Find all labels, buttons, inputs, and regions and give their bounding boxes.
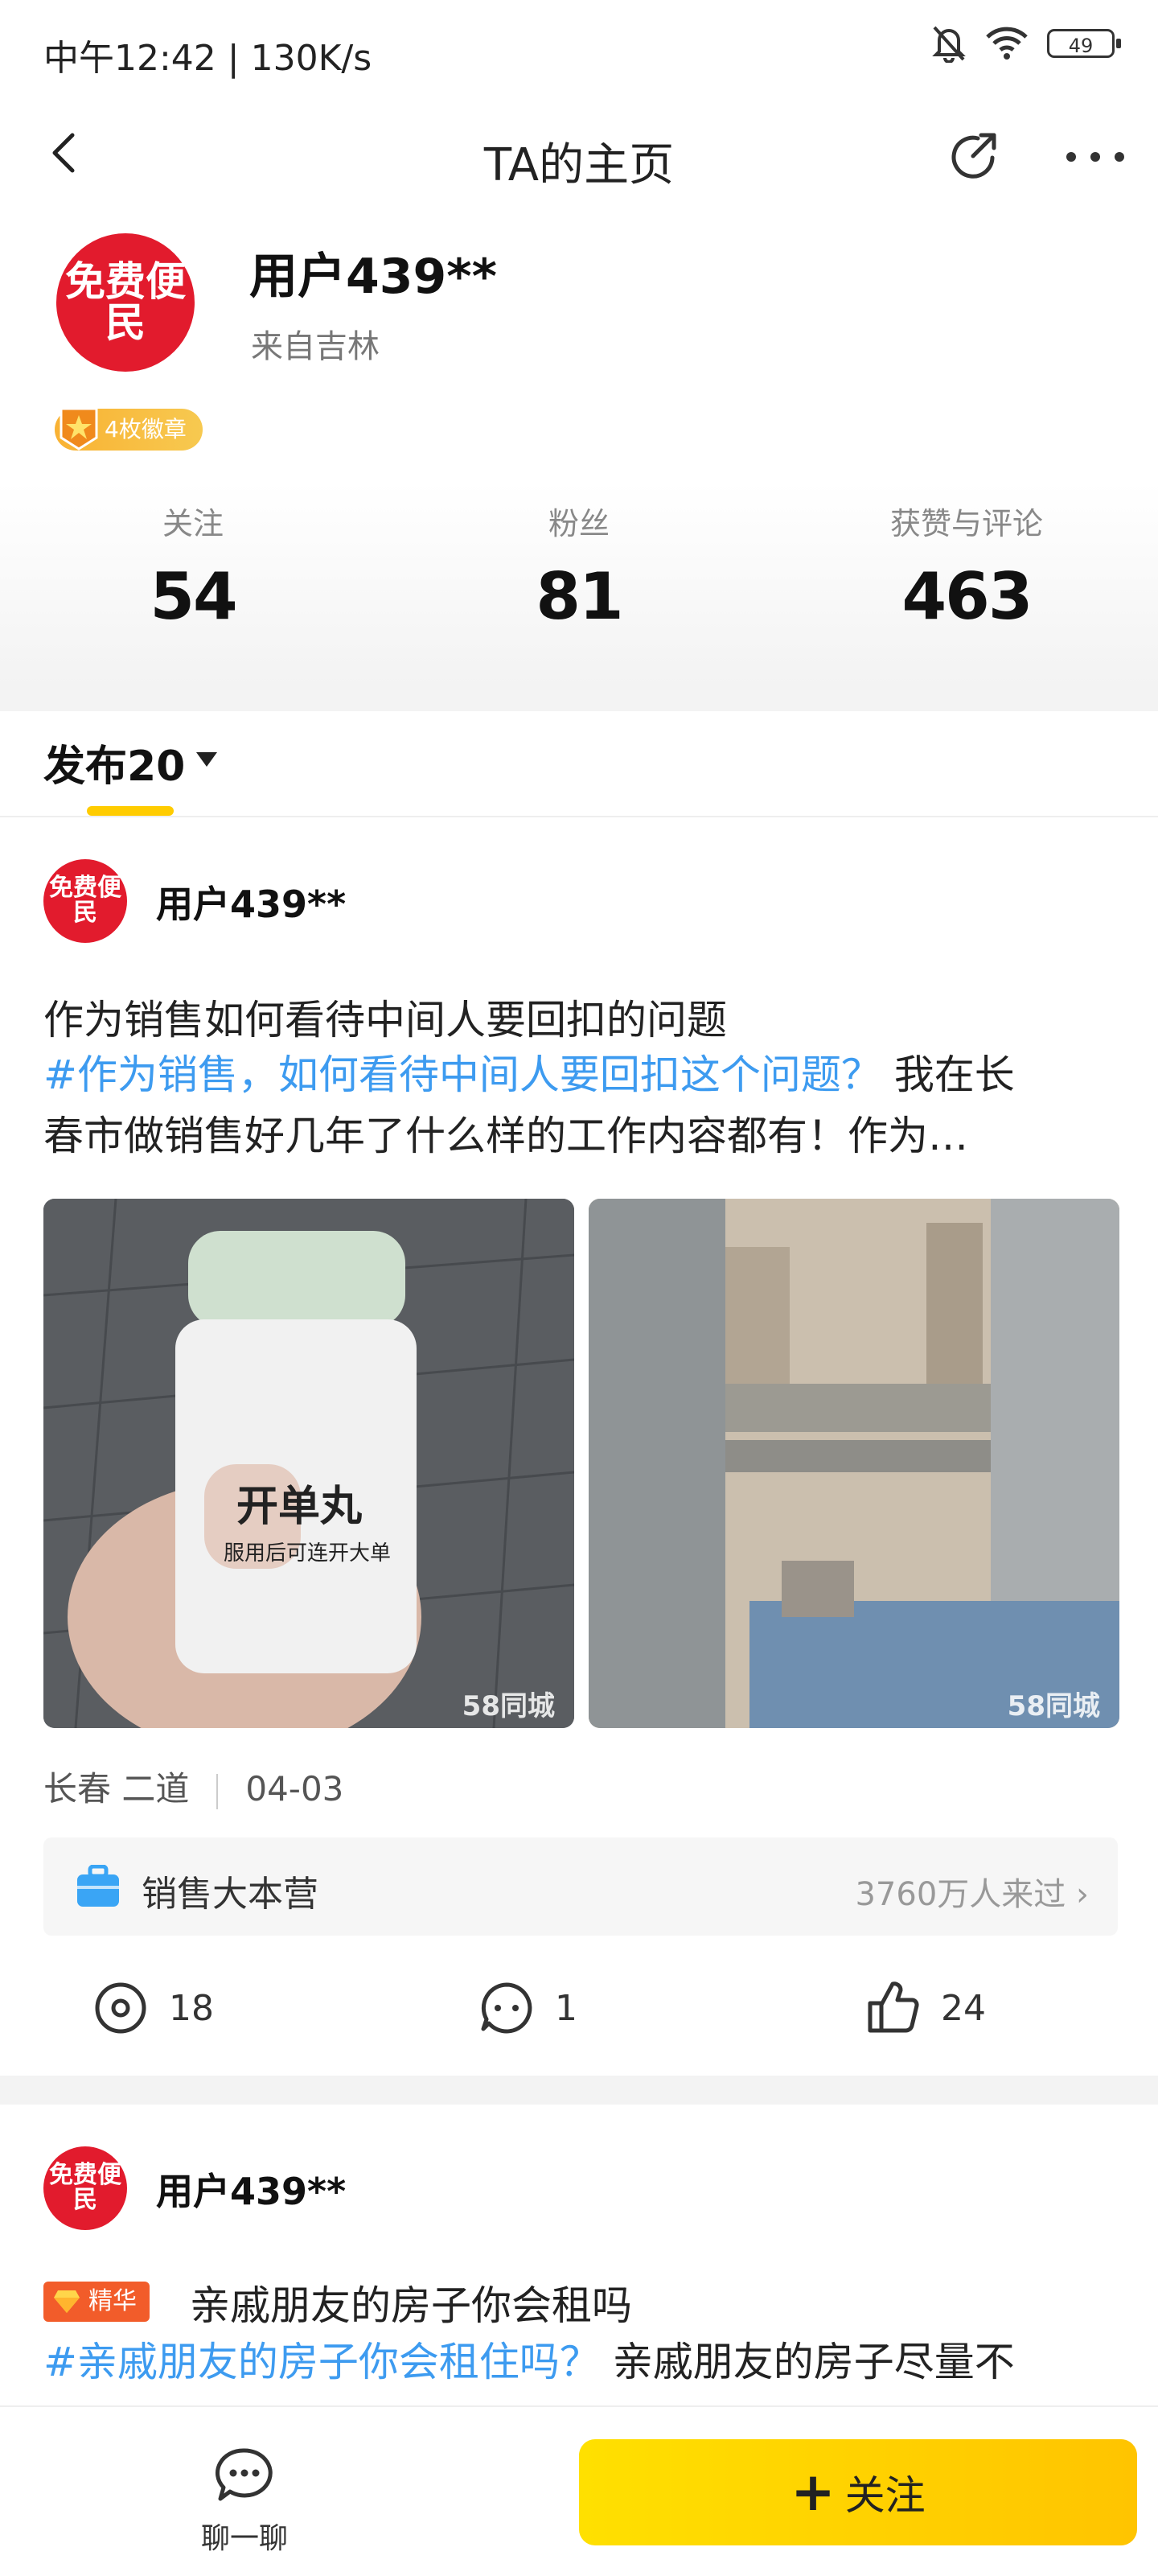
comment-icon [481,1982,532,2034]
follow-label: 关注 [844,2472,926,2519]
group-name: 销售大本营 [142,1874,318,1915]
essence-badge: 精华 [43,2282,150,2322]
stat-value: 54 [150,559,237,634]
stat-label: 获赞与评论 [889,506,1043,541]
more-icon[interactable] [1063,137,1127,177]
avatar[interactable]: 免费便民 [56,233,195,372]
battery-icon: 49 [1047,29,1121,58]
tab-indicator [87,806,174,816]
badge-label: 4枚徽章 [105,416,187,442]
watermark: 58同城 [462,1690,555,1722]
stat-followers[interactable]: 粉丝 81 [418,499,740,634]
views-count: 18 [169,1987,214,2029]
avatar-text: 免费便民 [49,874,121,927]
post-title[interactable]: 亲戚朋友的房子你会租吗 [190,2274,632,2331]
chat-bubble-icon [215,2448,273,2501]
post-body-text: 我在长 [893,1051,1015,1098]
thumbs-up-icon [868,1981,919,2033]
stat-following[interactable]: 关注 54 [32,499,354,634]
post-location: 长春 二道 [43,1769,190,1809]
essence-label: 精华 [88,2287,137,2315]
post-body-line[interactable]: #作为销售，如何看待中间人要回扣这个问题？ 我在长 [43,1044,1118,1105]
post-body-line[interactable]: 春市做销售好几年了什么样的工作内容都有！作为… [43,1105,1118,1167]
status-icons: 49 [931,24,1121,63]
topic-link[interactable]: #亲戚朋友的房子你会租住吗？ [43,2339,600,2385]
pill-bottle-photo [43,1199,574,1728]
topic-link[interactable]: #作为销售，如何看待中间人要回扣这个问题？ [43,1051,881,1098]
group-entry[interactable]: 销售大本营 3760万人来过 › [43,1837,1118,1936]
post-meta: 长春 二道 04-03 [43,1762,343,1811]
comments-count: 1 [555,1987,577,2029]
avatar-text: 免费便民 [65,258,186,346]
views-action[interactable]: 18 [93,1981,214,2035]
post-image[interactable]: 58同城 [589,1199,1119,1728]
stat-label: 粉丝 [548,506,610,541]
city-view-photo [589,1199,1119,1728]
share-icon[interactable] [946,129,1002,185]
username: 用户439** [249,249,497,305]
bell-muted-icon [932,26,966,63]
plus-icon: + [790,2461,836,2523]
stat-value: 463 [901,559,1033,634]
medal-icon [60,407,98,451]
post-author[interactable]: 用户439** [156,875,346,928]
stat-likes-comments[interactable]: 获赞与评论 463 [806,499,1127,634]
meta-divider [216,1773,219,1809]
wifi-icon [986,27,1028,60]
post-date: 04-03 [245,1769,344,1809]
user-location: 来自吉林 [251,328,380,365]
stat-label: 关注 [162,506,224,541]
post-avatar[interactable]: 免费便民 [43,859,127,943]
badge-button[interactable]: 4枚徽章 [55,407,203,451]
eye-icon [95,1982,146,2034]
post-body-text: 亲戚朋友的房子尽量不 [612,2339,1015,2385]
briefcase-icon [77,1865,119,1907]
like-action[interactable]: 24 [867,1981,986,2035]
group-visits: 3760万人来过 › [855,1876,1089,1913]
watermark: 58同城 [1007,1690,1100,1722]
chat-button[interactable]: 聊一聊 [172,2446,317,2557]
avatar-text: 免费便民 [49,2161,121,2214]
diamond-icon [54,2290,80,2313]
post-divider [0,2076,1158,2105]
chat-label: 聊一聊 [200,2522,288,2555]
stat-value: 81 [536,559,623,634]
post-avatar[interactable]: 免费便民 [43,2146,127,2230]
follow-button[interactable]: + 关注 [579,2439,1137,2545]
comments-action[interactable]: 1 [479,1981,577,2035]
caret-down-icon[interactable] [196,752,217,767]
post-author[interactable]: 用户439** [156,2162,346,2216]
post-title[interactable]: 作为销售如何看待中间人要回扣的问题 [43,988,727,1046]
bottle-subtitle: 服用后可连开大单 [224,1541,392,1566]
likes-count: 24 [941,1987,986,2029]
post-image[interactable]: 开单丸 服用后可连开大单 58同城 [43,1199,574,1728]
section-gap [0,687,1158,711]
bottle-title: 开单丸 [236,1483,363,1531]
status-time: 中午12:42 | 130K/s [43,38,372,79]
post-body-line[interactable]: #亲戚朋友的房子你会租住吗？ 亲戚朋友的房子尽量不 [43,2331,1118,2393]
tab-publish[interactable]: 发布20 [43,732,185,792]
divider [0,816,1158,817]
